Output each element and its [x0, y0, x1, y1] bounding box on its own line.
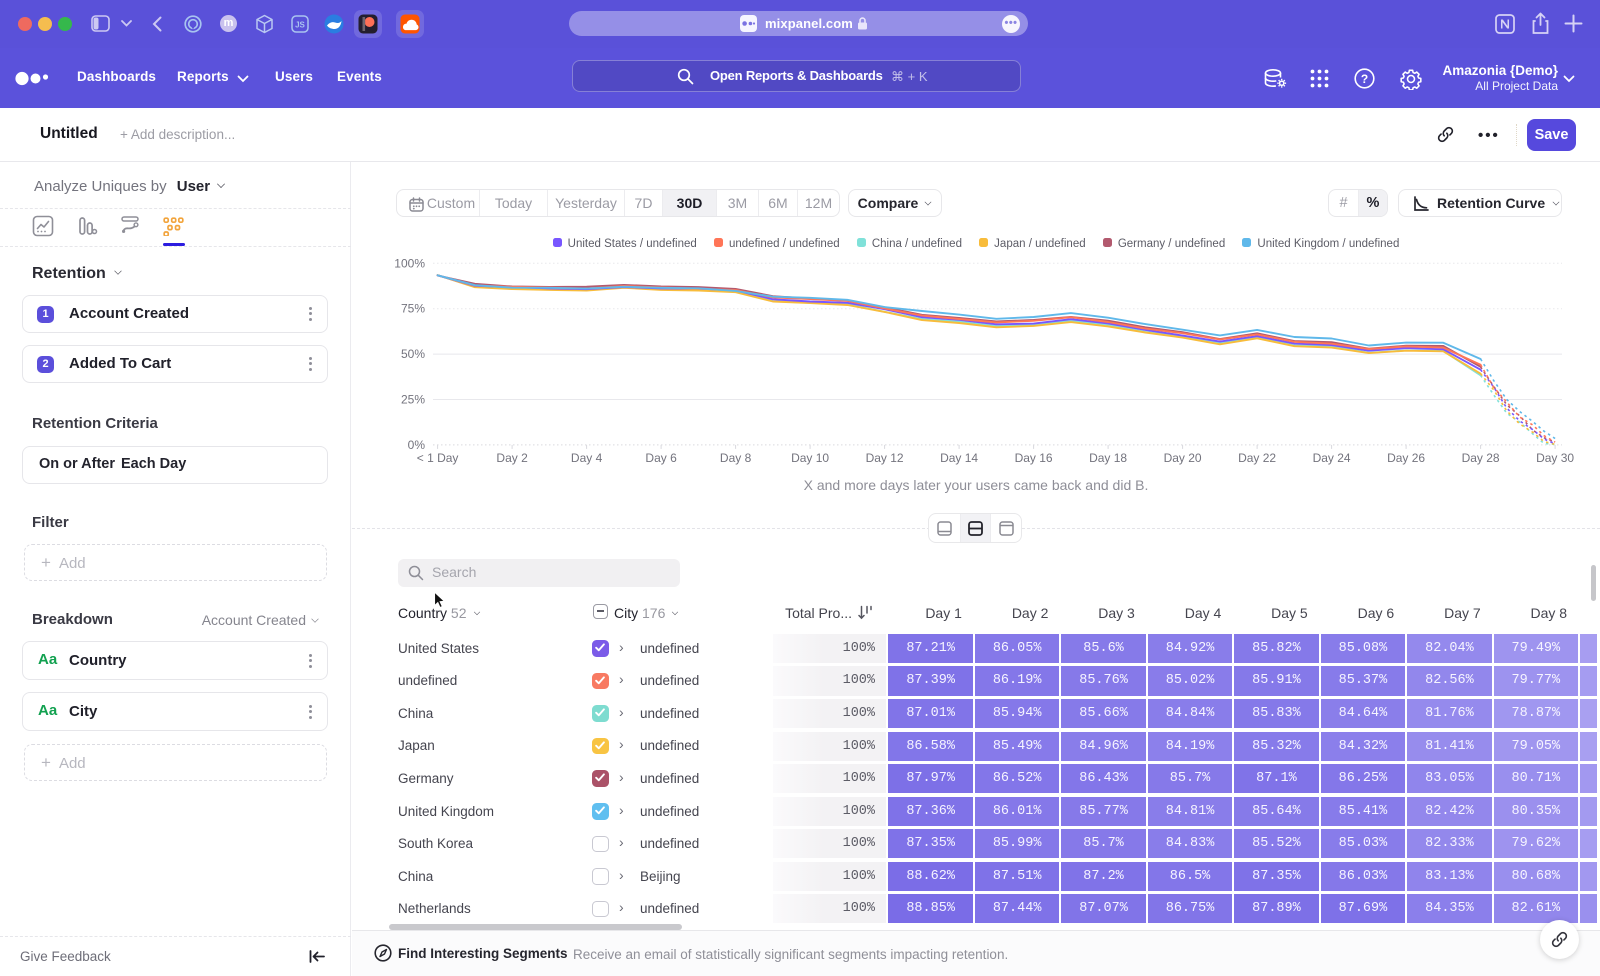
- svg-text:?: ?: [1361, 72, 1368, 86]
- svg-text:JS: JS: [295, 21, 305, 30]
